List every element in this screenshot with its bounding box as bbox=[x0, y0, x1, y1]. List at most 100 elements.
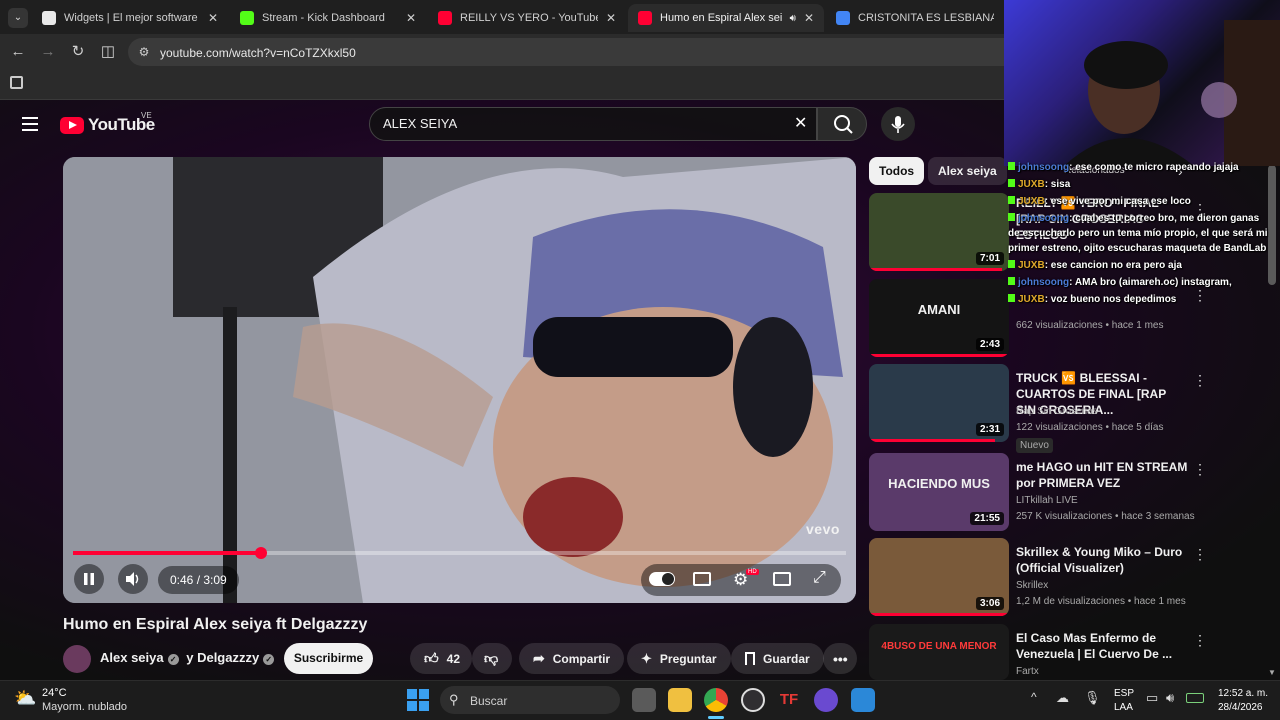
tab-search-icon[interactable]: ⌄ bbox=[8, 8, 28, 28]
recommendation-channel[interactable]: Rap Sin Groserias bbox=[1016, 406, 1098, 417]
fullscreen-icon[interactable]: ⤢ bbox=[813, 569, 826, 587]
volume-button[interactable] bbox=[118, 564, 148, 594]
kick-badge-icon bbox=[1008, 196, 1015, 204]
tab-close-icon[interactable]: ✕ bbox=[606, 11, 616, 25]
video-player[interactable] bbox=[63, 157, 856, 603]
tab-close-icon[interactable]: ✕ bbox=[804, 11, 814, 25]
like-button[interactable]: 👍︎ 42 bbox=[410, 643, 472, 674]
url-text[interactable]: youtube.com/watch?v=nCoTZXkxl50 bbox=[160, 46, 356, 60]
recommendation-thumbnail[interactable]: 3:06 bbox=[869, 538, 1009, 616]
more-options-icon[interactable]: ⋮ bbox=[1193, 632, 1207, 649]
chrome-icon[interactable] bbox=[704, 688, 728, 712]
recommendation-stats: 1,2 M de visualizaciones • hace 1 mes bbox=[1016, 596, 1186, 607]
chip-todos[interactable]: Todos bbox=[869, 157, 925, 185]
chat-username: JUXB bbox=[1018, 196, 1045, 207]
tab-audio-icon[interactable]: 🔊︎ bbox=[790, 13, 796, 24]
weather-icon[interactable]: ⛅ bbox=[14, 688, 36, 709]
verified-icon: ✓ bbox=[167, 654, 179, 665]
scrubber-handle[interactable] bbox=[254, 547, 267, 559]
subtitles-icon[interactable] bbox=[693, 572, 711, 586]
browser-tab[interactable]: Widgets | El mejor software par ✕ bbox=[32, 4, 228, 32]
apps-icon[interactable] bbox=[10, 76, 23, 89]
file-explorer-icon[interactable] bbox=[668, 688, 692, 712]
tab-close-icon[interactable]: ✕ bbox=[208, 11, 218, 25]
forward-icon[interactable]: → bbox=[38, 42, 58, 62]
search-button[interactable] bbox=[817, 107, 867, 141]
microphone-icon bbox=[891, 116, 905, 133]
channel-name-2[interactable]: y Delgazzzy bbox=[186, 650, 259, 665]
browser-tab[interactable]: REILLY VS YERO - YouTube ✕ bbox=[428, 4, 626, 32]
channel-names[interactable]: Alex seiya ✓ y Delgazzzy ✓ bbox=[100, 650, 278, 665]
miniplayer-icon[interactable] bbox=[773, 572, 791, 586]
menu-icon[interactable] bbox=[22, 117, 38, 131]
show-hidden-icons[interactable]: ^ bbox=[1031, 690, 1037, 704]
tf-app-icon[interactable]: TF bbox=[777, 688, 801, 712]
region-code: VE bbox=[141, 111, 152, 120]
recommendation-thumbnail[interactable]: 7:01 bbox=[869, 193, 1009, 271]
language-indicator[interactable]: ESP bbox=[1114, 688, 1134, 699]
media-player-icon[interactable] bbox=[814, 688, 838, 712]
ask-button[interactable]: ✦ Preguntar bbox=[627, 643, 731, 674]
recommendation-thumbnail[interactable]: HACIENDO MUS 21:55 bbox=[869, 453, 1009, 531]
recommendation-channel[interactable]: LITkillah LIVE bbox=[1016, 495, 1078, 506]
channel-name-1[interactable]: Alex seiya bbox=[100, 650, 164, 665]
reload-icon[interactable]: ↻ bbox=[68, 42, 88, 62]
weather-description[interactable]: Mayorm. nublado bbox=[42, 701, 127, 713]
autoplay-toggle[interactable] bbox=[649, 572, 675, 586]
dislike-button[interactable]: 👎︎ bbox=[472, 643, 512, 674]
task-view-icon[interactable] bbox=[632, 688, 656, 712]
recommendation-thumbnail[interactable]: 4BUSO DE UNA MENOR bbox=[869, 624, 1009, 680]
weather-temperature[interactable]: 24°C bbox=[42, 687, 67, 699]
more-actions-button[interactable]: ••• bbox=[823, 643, 857, 674]
thumbnail-text: 4BUSO DE UNA MENOR bbox=[881, 640, 997, 652]
start-button[interactable] bbox=[407, 689, 429, 711]
clock-time[interactable]: 12:52 a. m. bbox=[1218, 688, 1268, 699]
recommendation-thumbnail[interactable]: 2:31 bbox=[869, 364, 1009, 442]
more-options-icon[interactable]: ⋮ bbox=[1193, 546, 1207, 563]
channel-avatar[interactable] bbox=[63, 645, 91, 673]
split-view-icon[interactable]: ◫ bbox=[98, 42, 118, 62]
browser-tab[interactable]: CRISTONITA ES LESBIANA - Bus bbox=[826, 4, 1004, 32]
recommendation-title[interactable]: El Caso Mas Enfermo de Venezuela | El Cu… bbox=[1016, 630, 1188, 662]
more-options-icon[interactable]: ⋮ bbox=[1193, 461, 1207, 478]
chat-username: johnsoong bbox=[1018, 162, 1070, 173]
tab-close-icon[interactable]: ✕ bbox=[406, 11, 416, 25]
chip-alex-seiya[interactable]: Alex seiya bbox=[928, 157, 1007, 185]
photos-icon[interactable] bbox=[851, 688, 875, 712]
mic-tray-icon[interactable]: 🎙︎ bbox=[1084, 690, 1101, 706]
clock-date[interactable]: 28/4/2026 bbox=[1218, 702, 1263, 713]
pause-button[interactable] bbox=[74, 564, 104, 594]
save-button[interactable]: Guardar bbox=[731, 643, 824, 674]
share-button[interactable]: ➦ Compartir bbox=[519, 643, 625, 674]
scroll-down-arrow[interactable]: ▼ bbox=[1268, 668, 1276, 677]
obs-icon[interactable] bbox=[741, 688, 765, 712]
clear-search-icon[interactable]: ✕ bbox=[794, 113, 807, 133]
onedrive-icon[interactable]: ☁ bbox=[1056, 690, 1069, 706]
chat-message: JUXB: sisa bbox=[1008, 177, 1272, 192]
battery-icon[interactable] bbox=[1186, 693, 1204, 703]
tab-title: CRISTONITA ES LESBIANA - Bus bbox=[858, 12, 994, 24]
voice-search-button[interactable] bbox=[881, 107, 915, 141]
recommendation-thumbnail[interactable]: AMANI 2:43 bbox=[869, 279, 1009, 357]
hd-badge: HD bbox=[746, 569, 759, 575]
browser-tab[interactable]: Stream - Kick Dashboard ✕ bbox=[230, 4, 426, 32]
recommendation-channel[interactable]: Fartx bbox=[1016, 666, 1039, 677]
recommendation-channel[interactable]: Skrillex bbox=[1016, 580, 1048, 591]
tab-favicon-icon bbox=[438, 11, 452, 25]
recommendation-title[interactable]: Skrillex & Young Miko – Duro (Official V… bbox=[1016, 544, 1188, 576]
keyboard-layout[interactable]: LAA bbox=[1114, 702, 1133, 713]
browser-tab[interactable]: Humo en Espiral Alex seiya 🔊︎ ✕ bbox=[628, 4, 824, 32]
kick-badge-icon bbox=[1008, 213, 1015, 221]
recommendation-title[interactable]: me HAGO un HIT EN STREAM por PRIMERA VEZ bbox=[1016, 459, 1188, 491]
thumbnail-text: AMANI bbox=[917, 302, 961, 318]
more-options-icon[interactable]: ⋮ bbox=[1193, 372, 1207, 389]
pause-icon bbox=[84, 573, 94, 585]
network-icon[interactable]: ▭ bbox=[1146, 690, 1158, 706]
subscribe-button[interactable]: Suscribirme bbox=[284, 643, 373, 674]
chat-text: : AMA bro (aimareh.oc) instagram, bbox=[1069, 277, 1232, 288]
speaker-icon[interactable]: 🔊︎ bbox=[1166, 690, 1174, 706]
taskbar-search-placeholder: Buscar bbox=[470, 694, 508, 708]
back-icon[interactable]: ← bbox=[8, 42, 28, 62]
taskbar-search[interactable] bbox=[440, 686, 620, 714]
site-info-icon[interactable]: ⚙ bbox=[134, 42, 154, 62]
